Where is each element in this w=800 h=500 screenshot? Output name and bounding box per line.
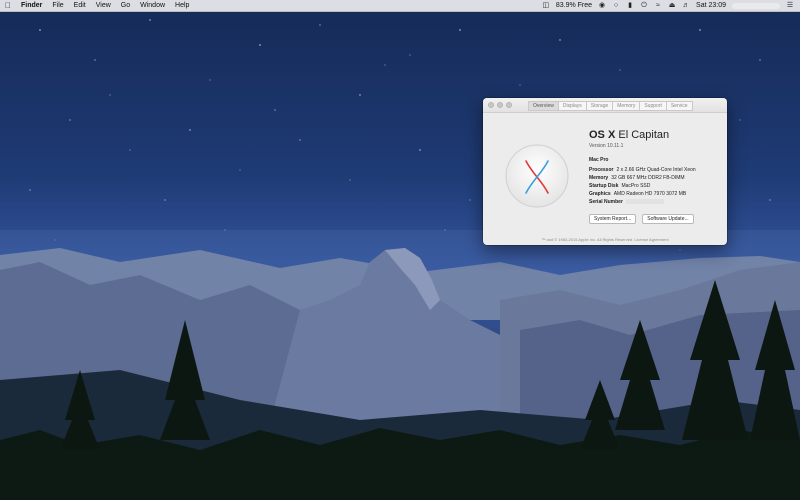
tab-support[interactable]: Support xyxy=(639,101,667,111)
tab-bar: Overview Displays Storage Memory Support… xyxy=(528,101,693,111)
zoom-button[interactable] xyxy=(506,102,512,108)
spec-serial-number: Serial Number xyxy=(589,198,719,206)
serial-number-redacted xyxy=(625,199,664,205)
menu-app-name[interactable]: Finder xyxy=(16,0,47,11)
circle-icon[interactable]: ○ xyxy=(612,2,620,9)
spec-value: MacPro SSD xyxy=(621,183,651,189)
menu-bar:  Finder File Edit View Go Window Help ◫… xyxy=(0,0,800,12)
menu-window[interactable]: Window xyxy=(135,0,170,11)
menu-file[interactable]: File xyxy=(47,0,68,11)
disk-icon[interactable]: ◫ xyxy=(542,2,550,9)
window-controls xyxy=(488,102,512,108)
menu-view[interactable]: View xyxy=(91,0,116,11)
system-info: OS X El Capitan Version 10.11.1 Mac Pro … xyxy=(589,129,719,224)
spec-value: 2 x 2.66 GHz Quad-Core Intel Xeon xyxy=(616,167,696,173)
apple-menu-icon[interactable]:  xyxy=(0,1,16,10)
spec-value: 32 GB 667 MHz DDR2 FB-DIMM xyxy=(611,175,685,181)
spec-label: Serial Number xyxy=(589,199,623,205)
os-name-light: El Capitan xyxy=(618,129,670,141)
about-this-mac-window: Overview Displays Storage Memory Support… xyxy=(483,98,727,245)
os-version[interactable]: Version 10.11.1 xyxy=(589,143,719,149)
spec-label: Graphics xyxy=(589,191,611,197)
tab-memory[interactable]: Memory xyxy=(612,101,641,111)
half-dome-landscape xyxy=(0,230,800,500)
software-update-button[interactable]: Software Update... xyxy=(642,214,694,224)
record-icon[interactable]: ◉ xyxy=(598,2,606,9)
spec-label: Processor xyxy=(589,167,614,173)
spec-graphics: Graphics AMD Radeon HD 7970 3072 MB xyxy=(589,190,719,198)
close-button[interactable] xyxy=(488,102,494,108)
os-name: OS X El Capitan xyxy=(589,129,719,142)
system-report-button[interactable]: System Report... xyxy=(589,214,637,224)
window-titlebar[interactable]: Overview Displays Storage Memory Support… xyxy=(483,98,727,113)
eject-icon[interactable]: ⏏ xyxy=(668,2,676,9)
spec-startup-disk: Startup Disk MacPro SSD xyxy=(589,182,719,190)
spec-label: Startup Disk xyxy=(589,183,619,189)
os-x-logo-icon xyxy=(505,144,569,208)
action-buttons: System Report... Software Update... xyxy=(589,214,719,224)
spec-list: Mac Pro Processor 2 x 2.66 GHz Quad-Core … xyxy=(589,157,719,206)
spec-memory: Memory 32 GB 667 MHz DDR2 FB-DIMM xyxy=(589,174,719,182)
volume-icon[interactable]: ♬ xyxy=(682,2,690,9)
power-icon[interactable]: ⏻ xyxy=(640,2,648,9)
copyright-notice: ™ and © 1983-2015 Apple Inc. All Rights … xyxy=(541,237,669,242)
spec-value: AMD Radeon HD 7970 3072 MB xyxy=(613,191,687,197)
battery-icon[interactable]: ▮ xyxy=(626,2,634,9)
minimize-button[interactable] xyxy=(497,102,503,108)
wifi-icon[interactable]: ≈ xyxy=(654,2,662,9)
menu-help[interactable]: Help xyxy=(170,0,194,11)
notifications-list-icon[interactable]: ☰ xyxy=(786,2,794,9)
status-area: ◫ 83.9% Free ◉ ○ ▮ ⏻ ≈ ⏏ ♬ Sat 23:09 ☰ xyxy=(542,2,800,9)
disk-free-status[interactable]: 83.9% Free xyxy=(556,2,592,9)
menu-go[interactable]: Go xyxy=(116,0,135,11)
tab-displays[interactable]: Displays xyxy=(557,101,587,111)
tab-storage[interactable]: Storage xyxy=(585,101,614,111)
menu-edit[interactable]: Edit xyxy=(69,0,91,11)
user-name-redacted[interactable] xyxy=(732,2,780,9)
clock[interactable]: Sat 23:09 xyxy=(696,2,726,9)
tab-overview[interactable]: Overview xyxy=(528,101,559,111)
spec-label: Memory xyxy=(589,175,609,181)
os-name-bold: OS X xyxy=(589,129,616,141)
mac-model: Mac Pro xyxy=(589,157,609,163)
tab-service[interactable]: Service xyxy=(665,101,693,111)
spec-processor: Processor 2 x 2.66 GHz Quad-Core Intel Xe… xyxy=(589,166,719,174)
